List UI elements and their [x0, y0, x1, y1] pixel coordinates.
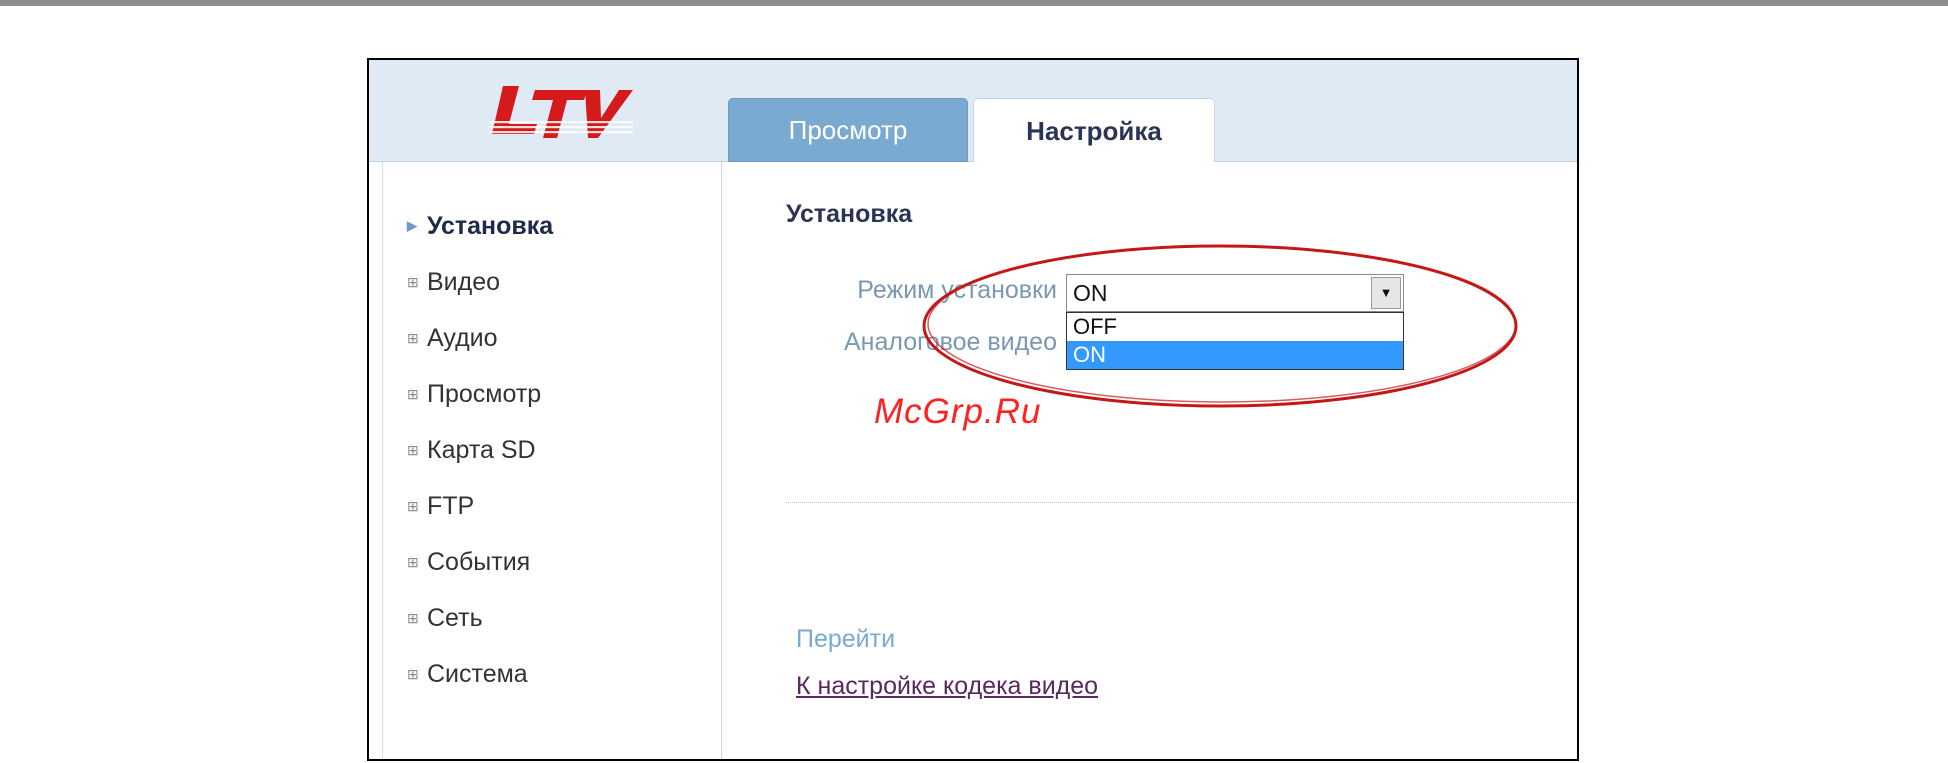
dropdown-option-off[interactable]: OFF	[1067, 313, 1403, 341]
sidebar-item-label: Карта SD	[427, 435, 536, 464]
sidebar-item-label: Просмотр	[427, 379, 542, 408]
plus-box-icon: ⊞	[407, 609, 419, 626]
sidebar-item-label: Видео	[427, 267, 501, 296]
tab-preview-label: Просмотр	[788, 114, 908, 145]
dropdown-arrow-icon[interactable]: ▼	[1371, 277, 1401, 309]
watermark: McGrp.Ru	[874, 392, 1042, 431]
camera-web-interface: Просмотр Настройка ▶ Установка ⊞ Видео ⊞…	[367, 58, 1579, 761]
goto-label: Перейти	[796, 625, 896, 653]
page-top-rule	[0, 0, 1948, 6]
ltv-logo	[489, 86, 633, 138]
setup-mode-select[interactable]: ON ▼	[1066, 274, 1404, 312]
section-divider	[786, 502, 1577, 503]
setup-mode-label: Режим установки	[857, 276, 1057, 304]
plus-box-icon: ⊞	[407, 665, 419, 682]
codec-settings-link[interactable]: К настройке кодека видео	[796, 672, 1098, 701]
setup-mode-value: ON	[1073, 280, 1108, 306]
tab-preview[interactable]: Просмотр	[728, 98, 968, 162]
setup-mode-dropdown-list: OFF ON	[1066, 312, 1404, 370]
page-title: Установка	[786, 200, 913, 228]
main-content: Установка Режим установки ON ▼ Аналогово…	[722, 162, 1577, 759]
sidebar: ▶ Установка ⊞ Видео ⊞ Аудио ⊞ Просмотр ⊞…	[382, 162, 722, 759]
sidebar-menu: ▶ Установка ⊞ Видео ⊞ Аудио ⊞ Просмотр ⊞…	[407, 198, 553, 702]
tab-settings-label: Настройка	[1026, 116, 1162, 146]
sidebar-item-ftp[interactable]: ⊞ FTP	[407, 478, 553, 534]
plus-box-icon: ⊞	[407, 497, 419, 514]
dropdown-option-on[interactable]: ON	[1067, 341, 1403, 369]
plus-box-icon: ⊞	[407, 441, 419, 458]
sidebar-item-preview[interactable]: ⊞ Просмотр	[407, 366, 553, 422]
sidebar-item-label: Система	[427, 659, 528, 688]
sidebar-item-network[interactable]: ⊞ Сеть	[407, 590, 553, 646]
analog-video-label: Аналоговое видео	[843, 328, 1057, 356]
plus-box-icon: ⊞	[407, 553, 419, 570]
header-bar: Просмотр Настройка	[369, 60, 1577, 164]
sidebar-item-system[interactable]: ⊞ Система	[407, 646, 553, 702]
sidebar-item-sd-card[interactable]: ⊞ Карта SD	[407, 422, 553, 478]
sidebar-item-label: Сеть	[427, 603, 483, 632]
sidebar-item-label: Аудио	[427, 323, 498, 352]
plus-box-icon: ⊞	[407, 329, 419, 346]
sidebar-item-label: FTP	[427, 491, 475, 520]
triangle-right-icon: ▶	[407, 218, 417, 233]
sidebar-item-setup[interactable]: ▶ Установка	[407, 198, 553, 254]
sidebar-item-events[interactable]: ⊞ События	[407, 534, 553, 590]
plus-box-icon: ⊞	[407, 385, 419, 402]
tab-settings[interactable]: Настройка	[973, 98, 1215, 164]
sidebar-item-label: События	[427, 547, 531, 576]
sidebar-item-video[interactable]: ⊞ Видео	[407, 254, 553, 310]
sidebar-item-label: Установка	[427, 211, 554, 240]
sidebar-item-audio[interactable]: ⊞ Аудио	[407, 310, 553, 366]
plus-box-icon: ⊞	[407, 273, 419, 290]
